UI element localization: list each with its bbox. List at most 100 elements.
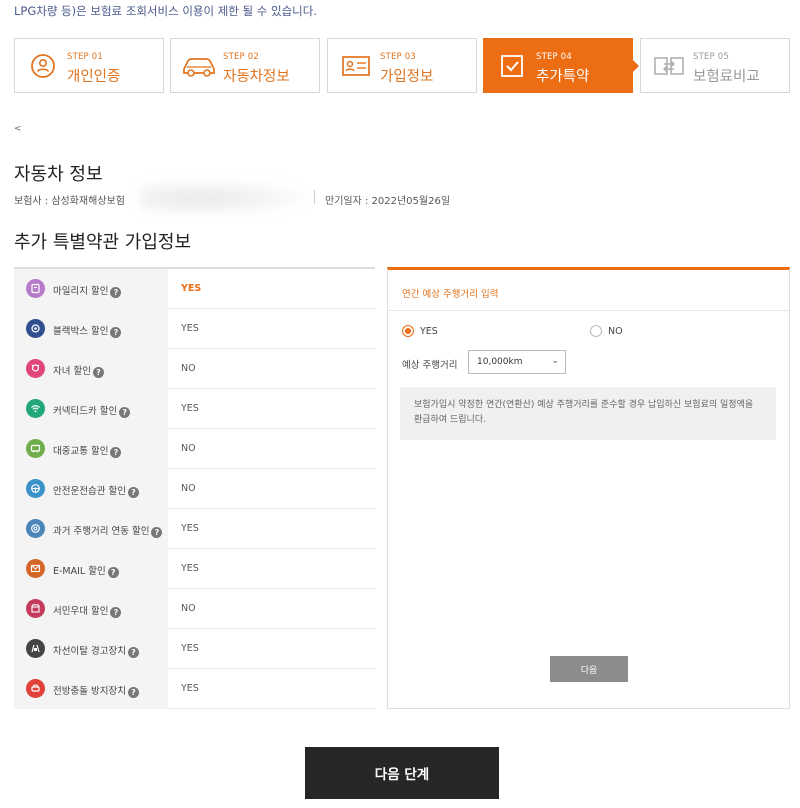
help-icon[interactable]: ?	[110, 447, 122, 458]
term-value: YES	[181, 283, 202, 294]
table-row: 전방충돌 방지장치? YES	[14, 669, 375, 709]
term-name: 안전운전습관 할인?	[53, 483, 139, 498]
term-name-cell: 서민우대 할인?	[14, 589, 168, 629]
help-icon[interactable]: ?	[119, 407, 131, 418]
term-name-text: 과거 주행거리 연동 할인	[53, 526, 150, 537]
help-icon[interactable]: ?	[110, 607, 122, 618]
term-name-cell: 과거 주행거리 연동 할인?	[14, 509, 168, 549]
term-name: 과거 주행거리 연동 할인?	[53, 523, 163, 538]
term-name: E-MAIL 할인?	[53, 563, 119, 578]
step-number: STEP 05	[693, 52, 730, 62]
help-icon[interactable]: ?	[110, 327, 122, 338]
wifi-icon	[26, 399, 45, 418]
help-icon[interactable]: ?	[92, 367, 104, 378]
radio-no[interactable]: NO	[590, 325, 623, 337]
panel-divider	[388, 310, 789, 311]
term-name: 대중교통 할인?	[53, 443, 122, 458]
step-label: 추가특약	[536, 69, 590, 85]
term-value: NO	[181, 483, 196, 494]
term-name: 전방충돌 방지장치?	[53, 683, 139, 698]
step-4-active[interactable]: STEP 04 추가특약	[483, 38, 639, 93]
help-icon[interactable]: ?	[151, 527, 163, 538]
term-name-cell: E-MAIL 할인?	[14, 549, 168, 589]
radio-no-indicator[interactable]	[590, 325, 602, 337]
term-value: YES	[181, 683, 199, 694]
step-label: 가입정보	[380, 69, 434, 85]
term-name-text: 서민우대 할인	[53, 606, 109, 617]
id-card-icon	[338, 49, 374, 83]
step-1[interactable]: STEP 01 개인인증	[14, 38, 164, 93]
table-row: E-MAIL 할인? YES	[14, 549, 375, 589]
step-2[interactable]: STEP 02 자동차정보	[170, 38, 320, 93]
table-row: 과거 주행거리 연동 할인? YES	[14, 509, 375, 549]
help-icon[interactable]: ?	[127, 647, 139, 658]
term-value: NO	[181, 603, 196, 614]
compare-icon	[651, 49, 687, 83]
distance-value: 10,000km	[477, 357, 523, 367]
expiry-date: 만기일자 : 2022년05월26일	[325, 196, 451, 207]
help-icon[interactable]: ?	[107, 567, 119, 578]
step-label: 자동차정보	[223, 69, 290, 85]
table-row: 안전운전습관 할인? NO	[14, 469, 375, 509]
help-icon[interactable]: ?	[127, 487, 139, 498]
term-name: 블랙박스 할인?	[53, 323, 122, 338]
term-name-text: 전방충돌 방지장치	[53, 686, 126, 697]
table-row: 차선이탈 경고장치? YES	[14, 629, 375, 669]
checkbox-icon	[494, 49, 530, 83]
help-icon[interactable]: ?	[110, 287, 122, 298]
table-row: 커넥티드카 할인? YES	[14, 389, 375, 429]
term-name-text: 블랙박스 할인	[53, 326, 109, 337]
step-3[interactable]: STEP 03 가입정보	[327, 38, 477, 93]
term-name-cell: 전방충돌 방지장치?	[14, 669, 168, 709]
term-value: NO	[181, 363, 196, 374]
step-number: STEP 04	[536, 52, 573, 62]
term-value: YES	[181, 323, 199, 334]
term-value: YES	[181, 563, 199, 574]
blackbox-icon	[26, 319, 45, 338]
help-icon[interactable]: ?	[127, 687, 139, 698]
term-value: YES	[181, 523, 199, 534]
term-name-text: 자녀 할인	[53, 366, 91, 377]
term-name: 자녀 할인?	[53, 363, 104, 378]
radio-yes-label: YES	[420, 325, 438, 337]
back-link[interactable]: <	[14, 124, 22, 134]
term-name-text: 대중교통 할인	[53, 446, 109, 457]
term-name-text: 마일리지 할인	[53, 286, 109, 297]
bus-icon	[26, 439, 45, 458]
email-icon	[26, 559, 45, 578]
table-row: 자녀 할인? NO	[14, 349, 375, 389]
step-label: 개인인증	[67, 69, 121, 85]
step-number: STEP 03	[380, 52, 417, 62]
step-progress: STEP 01 개인인증 STEP 02 자동차정보 STEP 03 가입정보 …	[14, 38, 790, 93]
radio-no-label: NO	[608, 325, 623, 337]
distance-select[interactable]: 10,000km ⌄	[468, 350, 566, 374]
step-5[interactable]: STEP 05 보험료비교	[640, 38, 790, 93]
term-name-text: E-MAIL 할인	[53, 566, 106, 577]
distance-label: 예상 주행거리	[402, 360, 458, 371]
steering-icon	[26, 479, 45, 498]
radio-yes-indicator[interactable]	[402, 325, 414, 337]
extra-terms-title: 추가 특별약관 가입정보	[14, 232, 192, 253]
term-name-cell: 대중교통 할인?	[14, 429, 168, 469]
term-name-cell: 차선이탈 경고장치?	[14, 629, 168, 669]
insurer-text: 보험사 : 삼성화재해상보험	[14, 196, 125, 207]
term-name: 마일리지 할인?	[53, 283, 122, 298]
term-name-cell: 마일리지 할인?	[14, 269, 168, 309]
term-value: YES	[181, 403, 199, 414]
panel-title: 연간 예상 주행거리 입력	[402, 289, 499, 300]
term-name-cell: 커넥티드카 할인?	[14, 389, 168, 429]
redacted-area	[140, 180, 310, 216]
extra-terms-table: 마일리지 할인? YES 블랙박스 할인? YES 자녀 할인? NO 커넥티드카 할인? Y…	[14, 267, 375, 709]
term-name: 커넥티드카 할인?	[53, 403, 131, 418]
next-step-button[interactable]: 다음 단계	[305, 747, 499, 799]
radio-yes[interactable]: YES	[402, 325, 438, 337]
odometer-icon	[26, 519, 45, 538]
table-row: 마일리지 할인? YES	[14, 269, 375, 309]
table-row: 서민우대 할인? NO	[14, 589, 375, 629]
panel-next-button[interactable]: 다음	[550, 656, 628, 682]
term-name-text: 커넥티드카 할인	[53, 406, 118, 417]
collision-icon	[26, 679, 45, 698]
term-value: YES	[181, 643, 199, 654]
notice-text: LPG차량 등)은 보험료 조회서비스 이용이 제한 될 수 있습니다.	[14, 4, 317, 18]
term-name: 차선이탈 경고장치?	[53, 643, 139, 658]
